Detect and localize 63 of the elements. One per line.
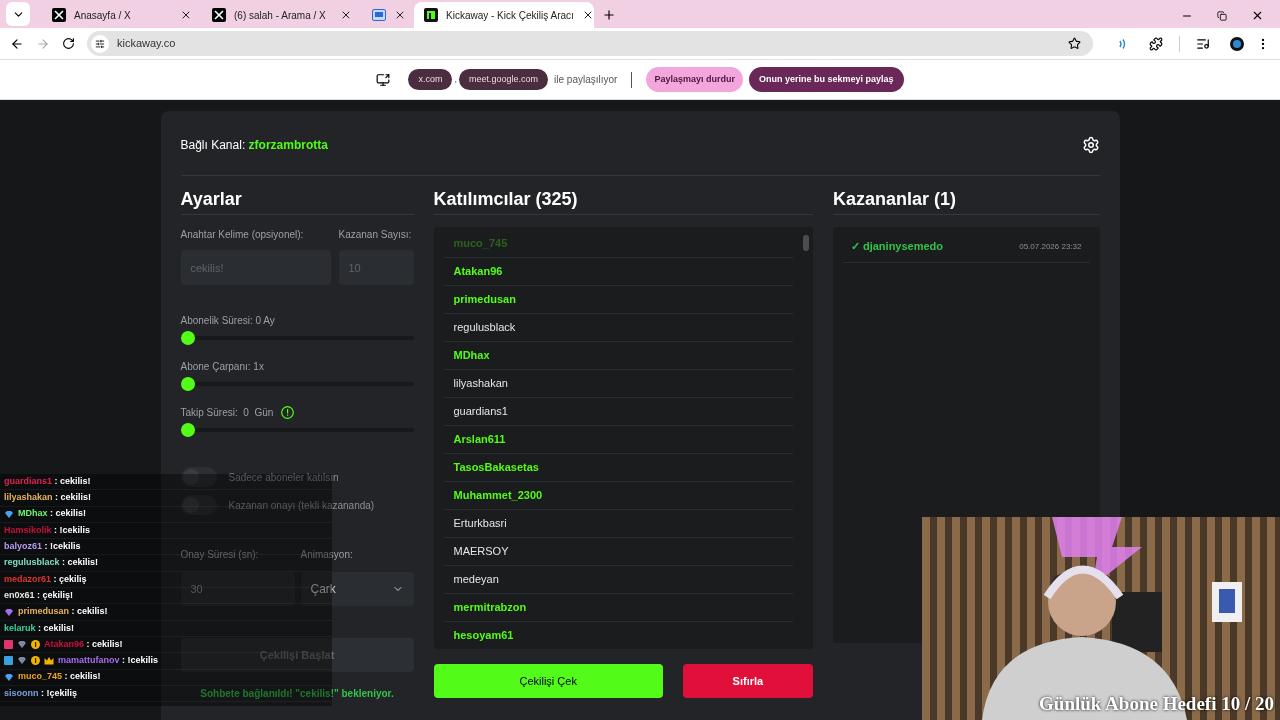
participant-name: Muhammet_2300 <box>453 488 543 504</box>
chat-message: MDhax : cekilis! <box>18 507 87 521</box>
participant-name: MAERSOY <box>453 544 509 560</box>
slider-label: Takip Süresi: 0 Gün <box>180 405 274 420</box>
section-title: Ayarlar <box>180 187 243 211</box>
tab-title: Anasayfa / X <box>74 8 132 23</box>
browser-tab[interactable]: Kickaway - Kick Çekiliş Aracı <box>414 2 594 28</box>
participant-name: primedusan <box>453 292 516 308</box>
participant-name: lilyashakan <box>453 376 508 392</box>
chat-message: en0x61 : çekiliş! <box>4 588 74 602</box>
section-title: Kazananlar (1) <box>832 187 957 211</box>
section-title: Katılımcılar (325) <box>433 187 579 211</box>
chat-message: sisoonn : !çekiliş <box>4 686 78 700</box>
stop-sharing-button[interactable]: Paylaşmayı durdur <box>646 66 743 93</box>
chat-message: mamattufanov : !cekilis <box>58 654 159 668</box>
participant-name: guardians1 <box>453 404 508 420</box>
chat-message: Hamsikolik : !cekilis <box>4 523 91 537</box>
chat-message: primedusan : cekilis! <box>18 605 108 619</box>
participant-name: hesoyam61 <box>453 628 514 644</box>
participant-name: mermitrabzon <box>453 600 527 616</box>
participant-name: medeyan <box>453 572 499 588</box>
participant-name: muco_745 <box>453 235 508 251</box>
toggle-label: Sadece aboneler katılsın <box>228 470 339 485</box>
field-label: Kazanan Sayısı: <box>338 228 412 242</box>
field-label: Animasyon: <box>300 548 353 562</box>
participant-name: Arslan611 <box>453 432 506 448</box>
winner-name: ✓ djaninysemedo <box>850 239 944 255</box>
draw-button[interactable]: Çekilişi Çek <box>433 664 663 698</box>
chat-message: Atakan96 : cekilis! <box>44 637 123 651</box>
channel-text: Bağlı Kanal: zforzambrotta <box>180 137 328 154</box>
site-chip: x.com <box>408 68 453 91</box>
sharing-text: ile paylaşılıyor <box>554 73 618 87</box>
separator-text: , <box>454 72 457 86</box>
field-label: Onay Süresi (sn): <box>180 548 260 562</box>
participant-name: Erturkbasri <box>453 516 507 532</box>
chat-message: medazor61 : çekiliş <box>4 572 87 586</box>
address-bar[interactable]: kickaway.co <box>87 31 1093 56</box>
reset-button[interactable]: Sıfırla <box>682 664 813 698</box>
url-text: kickaway.co <box>117 36 176 52</box>
chat-message: guardians1 : cekilis! <box>4 474 91 488</box>
field-label: Anahtar Kelime (opsiyonel): <box>180 228 305 242</box>
participant-name: Atakan96 <box>453 264 503 280</box>
chat-message: muco_745 : cekilis! <box>18 670 101 684</box>
toggle-label: Kazanan onayı (tekli kazananda) <box>228 498 375 513</box>
browser-tab[interactable]: (6) salah - Arama / X <box>202 2 362 28</box>
confirm-time-input[interactable]: 30 <box>180 572 295 606</box>
slider-label: Abonelik Süresi: 0 Ay <box>180 313 275 328</box>
chat-message: balyoz61 : !cekilis <box>4 540 81 554</box>
winner-time: 05.07.2026 23:32 <box>1019 240 1082 253</box>
chat-message: regulusblack : cekilis! <box>4 556 99 570</box>
chat-message: lilyashakan : cekilis! <box>4 491 92 505</box>
site-chip: meet.google.com <box>459 68 549 91</box>
participant-name: MDhax <box>453 348 490 364</box>
browser-tab[interactable]: Anasayfa / X <box>42 2 202 28</box>
share-tab-button[interactable]: Onun yerine bu sekmeyi paylaş <box>748 66 904 93</box>
tab-title: Kickaway - Kick Çekiliş Aracı <box>446 8 574 23</box>
status-text: Sohbete bağlanıldı! "cekilis!" bekleniyor. <box>199 687 395 701</box>
chat-message: kelaruk : cekilis! <box>4 621 75 635</box>
participant-name: TasosBakasetas <box>453 460 539 476</box>
participant-name: regulusblack <box>453 320 516 336</box>
tab-title: (6) salah - Arama / X <box>234 8 327 23</box>
slider-label: Abone Çarpanı: 1x <box>180 359 264 374</box>
animation-select[interactable]: Çark <box>300 572 414 606</box>
